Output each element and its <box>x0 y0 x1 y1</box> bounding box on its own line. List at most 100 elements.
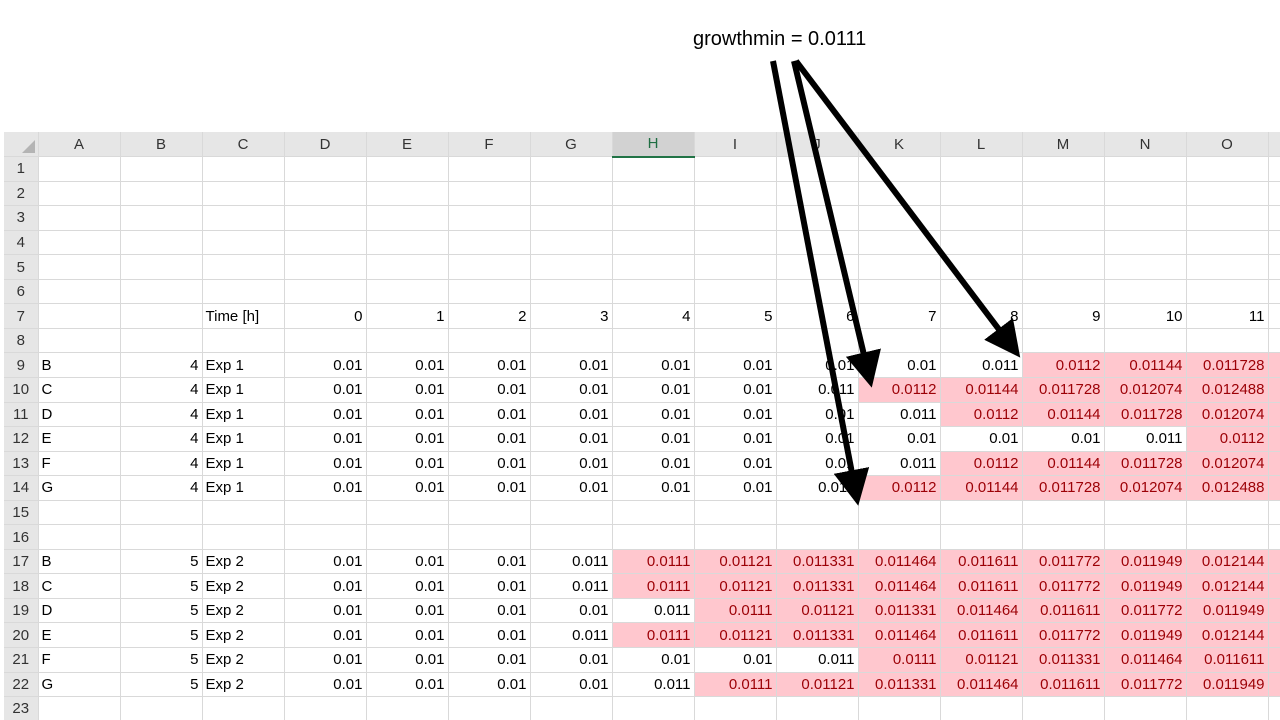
cell-k2[interactable] <box>858 181 941 207</box>
cell-o14[interactable]: 0.012488 <box>1186 475 1269 501</box>
cell-b5[interactable] <box>120 254 203 280</box>
cell-c3[interactable] <box>202 205 285 231</box>
cell-f1[interactable] <box>448 156 531 182</box>
cell-n14[interactable]: 0.012074 <box>1104 475 1187 501</box>
cell-i2[interactable] <box>694 181 777 207</box>
cell-d10[interactable]: 0.01 <box>284 377 367 403</box>
cell-b20[interactable]: 5 <box>120 622 203 648</box>
cell-h12[interactable]: 0.01 <box>612 426 695 452</box>
cell-b11[interactable]: 4 <box>120 402 203 428</box>
cell-b17[interactable]: 5 <box>120 549 203 575</box>
cell-b6[interactable] <box>120 279 203 305</box>
cell-k18[interactable]: 0.011464 <box>858 573 941 599</box>
cell-n10[interactable]: 0.012074 <box>1104 377 1187 403</box>
cell-c11[interactable]: Exp 1 <box>202 402 285 428</box>
cell-d13[interactable]: 0.01 <box>284 451 367 477</box>
cell-m6[interactable] <box>1022 279 1105 305</box>
cell-n19[interactable]: 0.011772 <box>1104 598 1187 624</box>
cell-o2[interactable] <box>1186 181 1269 207</box>
cell-n22[interactable]: 0.011772 <box>1104 672 1187 698</box>
cell-l10[interactable]: 0.01144 <box>940 377 1023 403</box>
cell-f8[interactable] <box>448 328 531 354</box>
cell-h18[interactable]: 0.0111 <box>612 573 695 599</box>
cell-k12[interactable]: 0.01 <box>858 426 941 452</box>
cell-e21[interactable]: 0.01 <box>366 647 449 673</box>
cell-p9[interactable]: 0.012074 <box>1268 352 1280 378</box>
cell-l19[interactable]: 0.011464 <box>940 598 1023 624</box>
cell-o4[interactable] <box>1186 230 1269 256</box>
row-header[interactable]: 8 <box>4 328 39 354</box>
cell-c1[interactable] <box>202 156 285 182</box>
cell-o20[interactable]: 0.012144 <box>1186 622 1269 648</box>
cell-e23[interactable] <box>366 696 449 720</box>
cell-f12[interactable]: 0.01 <box>448 426 531 452</box>
cell-e5[interactable] <box>366 254 449 280</box>
cell-b13[interactable]: 4 <box>120 451 203 477</box>
cell-i22[interactable]: 0.0111 <box>694 672 777 698</box>
cell-m11[interactable]: 0.01144 <box>1022 402 1105 428</box>
cell-c4[interactable] <box>202 230 285 256</box>
cell-e3[interactable] <box>366 205 449 231</box>
cell-d6[interactable] <box>284 279 367 305</box>
row-header[interactable]: 15 <box>4 500 39 526</box>
row-header[interactable]: 6 <box>4 279 39 305</box>
cell-j19[interactable]: 0.01121 <box>776 598 859 624</box>
cell-h9[interactable]: 0.01 <box>612 352 695 378</box>
cell-o9[interactable]: 0.011728 <box>1186 352 1269 378</box>
cell-o5[interactable] <box>1186 254 1269 280</box>
cell-e15[interactable] <box>366 500 449 526</box>
cell-h10[interactable]: 0.01 <box>612 377 695 403</box>
cell-o17[interactable]: 0.012144 <box>1186 549 1269 575</box>
cell-p8[interactable] <box>1268 328 1280 354</box>
cell-d19[interactable]: 0.01 <box>284 598 367 624</box>
cell-a6[interactable] <box>38 279 121 305</box>
cell-d18[interactable]: 0.01 <box>284 573 367 599</box>
cell-i20[interactable]: 0.01121 <box>694 622 777 648</box>
cell-c23[interactable] <box>202 696 285 720</box>
column-header-k[interactable]: K <box>858 132 941 158</box>
cell-k16[interactable] <box>858 524 941 550</box>
cell-i17[interactable]: 0.01121 <box>694 549 777 575</box>
cell-l4[interactable] <box>940 230 1023 256</box>
cell-e12[interactable]: 0.01 <box>366 426 449 452</box>
cell-k7[interactable]: 7 <box>858 303 941 329</box>
cell-p17[interactable]: 0.012358 <box>1268 549 1280 575</box>
cell-h4[interactable] <box>612 230 695 256</box>
cell-c2[interactable] <box>202 181 285 207</box>
cell-m9[interactable]: 0.0112 <box>1022 352 1105 378</box>
cell-h17[interactable]: 0.0111 <box>612 549 695 575</box>
cell-a10[interactable]: C <box>38 377 121 403</box>
column-header-m[interactable]: M <box>1022 132 1105 158</box>
cell-c19[interactable]: Exp 2 <box>202 598 285 624</box>
cell-d15[interactable] <box>284 500 367 526</box>
cell-n7[interactable]: 10 <box>1104 303 1187 329</box>
cell-e20[interactable]: 0.01 <box>366 622 449 648</box>
cell-n9[interactable]: 0.01144 <box>1104 352 1187 378</box>
cell-m8[interactable] <box>1022 328 1105 354</box>
cell-f23[interactable] <box>448 696 531 720</box>
cell-b10[interactable]: 4 <box>120 377 203 403</box>
cell-g21[interactable]: 0.01 <box>530 647 613 673</box>
row-header[interactable]: 1 <box>4 156 39 182</box>
cell-k21[interactable]: 0.0111 <box>858 647 941 673</box>
column-header-h[interactable]: H <box>612 132 695 158</box>
cell-n2[interactable] <box>1104 181 1187 207</box>
cell-j14[interactable]: 0.011 <box>776 475 859 501</box>
cell-m2[interactable] <box>1022 181 1105 207</box>
cell-k1[interactable] <box>858 156 941 182</box>
column-header-n[interactable]: N <box>1104 132 1187 158</box>
cell-m3[interactable] <box>1022 205 1105 231</box>
cell-p11[interactable]: 0.012488 <box>1268 402 1280 428</box>
cell-j1[interactable] <box>776 156 859 182</box>
cell-n8[interactable] <box>1104 328 1187 354</box>
cell-k15[interactable] <box>858 500 941 526</box>
cell-l8[interactable] <box>940 328 1023 354</box>
cell-k23[interactable] <box>858 696 941 720</box>
cell-h6[interactable] <box>612 279 695 305</box>
cell-k9[interactable]: 0.01 <box>858 352 941 378</box>
cell-j22[interactable]: 0.01121 <box>776 672 859 698</box>
cell-o22[interactable]: 0.011949 <box>1186 672 1269 698</box>
cell-n17[interactable]: 0.011949 <box>1104 549 1187 575</box>
cell-n23[interactable] <box>1104 696 1187 720</box>
cell-c7[interactable]: Time [h] <box>202 303 285 329</box>
